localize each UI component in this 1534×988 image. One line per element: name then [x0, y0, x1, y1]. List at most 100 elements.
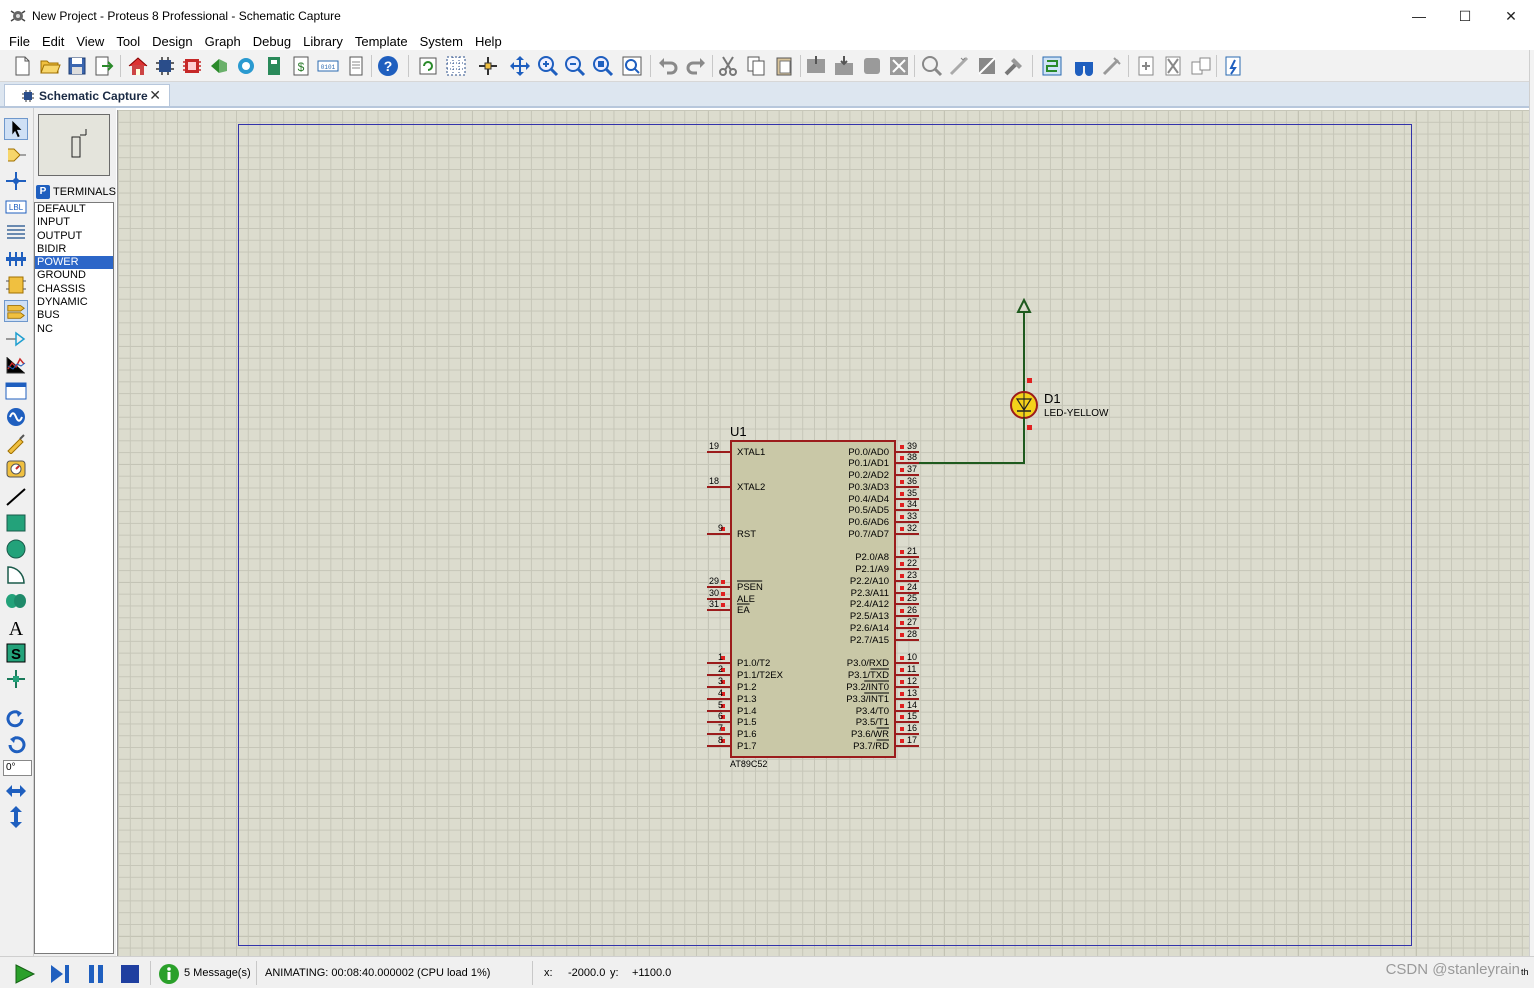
wire-autorouter-icon[interactable] — [1040, 54, 1064, 78]
packaging-tool-icon[interactable] — [975, 54, 999, 78]
design-explorer-icon[interactable] — [262, 54, 286, 78]
selection-mode-icon[interactable] — [4, 118, 28, 140]
bus-icon[interactable] — [4, 248, 28, 270]
pause-icon[interactable] — [84, 963, 110, 985]
box-draw-icon[interactable] — [4, 512, 28, 534]
tape-recorder-icon[interactable] — [4, 380, 28, 402]
text-draw-icon[interactable]: A — [4, 616, 28, 638]
generator-icon[interactable] — [4, 406, 28, 428]
block-copy-icon[interactable] — [804, 54, 828, 78]
list-item-bus[interactable]: BUS — [35, 309, 113, 322]
menu-edit[interactable]: Edit — [36, 34, 70, 49]
redo-icon[interactable] — [684, 54, 708, 78]
subcircuit-icon[interactable] — [4, 274, 28, 296]
list-item-power[interactable]: POWER — [35, 256, 113, 270]
symbol-icon[interactable]: S — [4, 642, 28, 664]
property-assignment-icon[interactable] — [1100, 54, 1124, 78]
voltage-probe-icon[interactable] — [4, 432, 28, 454]
list-item-bidir[interactable]: BIDIR — [35, 243, 113, 256]
overview-preview[interactable] — [38, 114, 110, 176]
mirror-horizontal-icon[interactable] — [4, 780, 28, 802]
pan-icon[interactable] — [508, 54, 532, 78]
help-icon[interactable]: ? — [376, 54, 400, 78]
origin-icon[interactable] — [476, 54, 500, 78]
minimize-button[interactable]: — — [1396, 0, 1442, 32]
exit-to-parent-icon[interactable] — [1189, 54, 1213, 78]
list-item-chassis[interactable]: CHASSIS — [35, 283, 113, 296]
block-delete-icon[interactable] — [887, 54, 911, 78]
arc-draw-icon[interactable] — [4, 564, 28, 586]
stop-icon[interactable] — [118, 963, 144, 985]
menu-help[interactable]: Help — [469, 34, 508, 49]
wire-label-icon[interactable]: LBL — [4, 196, 28, 218]
graph-mode-icon[interactable] — [4, 354, 28, 376]
close-window-button[interactable]: ✕ — [1488, 0, 1534, 32]
design-rule-check-icon[interactable] — [1221, 54, 1245, 78]
play-icon[interactable] — [12, 963, 38, 985]
line-draw-icon[interactable] — [4, 486, 28, 508]
schematic-icon[interactable] — [153, 54, 177, 78]
info-icon[interactable] — [158, 963, 180, 985]
menu-system[interactable]: System — [414, 34, 469, 49]
menu-view[interactable]: View — [70, 34, 110, 49]
circle-draw-icon[interactable] — [4, 538, 28, 560]
toggle-grid-icon[interactable] — [444, 54, 468, 78]
menu-template[interactable]: Template — [349, 34, 414, 49]
menu-tool[interactable]: Tool — [110, 34, 146, 49]
path-draw-icon[interactable] — [4, 590, 28, 612]
list-item-default[interactable]: DEFAULT — [35, 203, 113, 216]
notes-icon[interactable] — [344, 54, 368, 78]
menu-library[interactable]: Library — [297, 34, 349, 49]
list-item-input[interactable]: INPUT — [35, 216, 113, 229]
device-pins-icon[interactable] — [4, 328, 28, 350]
pick-device-icon[interactable] — [920, 54, 944, 78]
search-tag-icon[interactable] — [1072, 54, 1096, 78]
menu-debug[interactable]: Debug — [247, 34, 297, 49]
3d-viewer-icon[interactable] — [207, 54, 231, 78]
paste-icon[interactable] — [772, 54, 796, 78]
refresh-icon[interactable] — [416, 54, 440, 78]
zoom-all-icon[interactable] — [591, 54, 615, 78]
pcb-layout-icon[interactable] — [180, 54, 204, 78]
decompose-icon[interactable] — [1002, 54, 1026, 78]
component-mode-icon[interactable] — [4, 144, 28, 166]
terminals-mode-icon[interactable] — [4, 300, 28, 322]
schematic-editing-window[interactable]: D1 LED-YELLOW U1 AT89C52 19 XTAL1 18 XTAL2 9… — [117, 110, 1530, 956]
zoom-in-icon[interactable] — [536, 54, 560, 78]
marker-icon[interactable] — [4, 668, 28, 690]
close-tab-icon[interactable]: ✕ — [149, 87, 161, 104]
list-item-nc[interactable]: NC — [35, 323, 113, 336]
undo-icon[interactable] — [656, 54, 680, 78]
cut-icon[interactable] — [716, 54, 740, 78]
import-icon[interactable] — [92, 54, 116, 78]
rotation-angle-field[interactable]: 0° — [3, 760, 32, 776]
mirror-vertical-icon[interactable] — [4, 806, 28, 828]
copy-icon[interactable] — [744, 54, 768, 78]
list-item-output[interactable]: OUTPUT — [35, 230, 113, 243]
message-count[interactable]: 5 Message(s) — [184, 967, 251, 979]
zoom-out-icon[interactable] — [563, 54, 587, 78]
rotate-anticlockwise-icon[interactable] — [4, 734, 28, 756]
menu-graph[interactable]: Graph — [199, 34, 247, 49]
menu-design[interactable]: Design — [146, 34, 198, 49]
zoom-area-icon[interactable] — [620, 54, 644, 78]
new-sheet-icon[interactable] — [1134, 54, 1158, 78]
maximize-button[interactable]: ☐ — [1442, 0, 1488, 32]
remove-sheet-icon[interactable] — [1161, 54, 1185, 78]
make-device-icon[interactable] — [947, 54, 971, 78]
step-icon[interactable] — [48, 963, 74, 985]
led-d1[interactable] — [1010, 391, 1038, 419]
new-file-icon[interactable] — [10, 54, 34, 78]
save-icon[interactable] — [65, 54, 89, 78]
block-move-icon[interactable] — [832, 54, 856, 78]
list-item-dynamic[interactable]: DYNAMIC — [35, 296, 113, 309]
gerber-viewer-icon[interactable] — [234, 54, 258, 78]
home-icon[interactable] — [126, 54, 150, 78]
virtual-instruments-icon[interactable] — [4, 458, 28, 480]
block-rotate-icon[interactable] — [860, 54, 884, 78]
menu-file[interactable]: File — [3, 34, 36, 49]
junction-dot-icon[interactable] — [4, 170, 28, 192]
bill-of-materials-icon[interactable]: $ — [289, 54, 313, 78]
text-script-icon[interactable] — [4, 222, 28, 244]
list-item-ground[interactable]: GROUND — [35, 269, 113, 282]
